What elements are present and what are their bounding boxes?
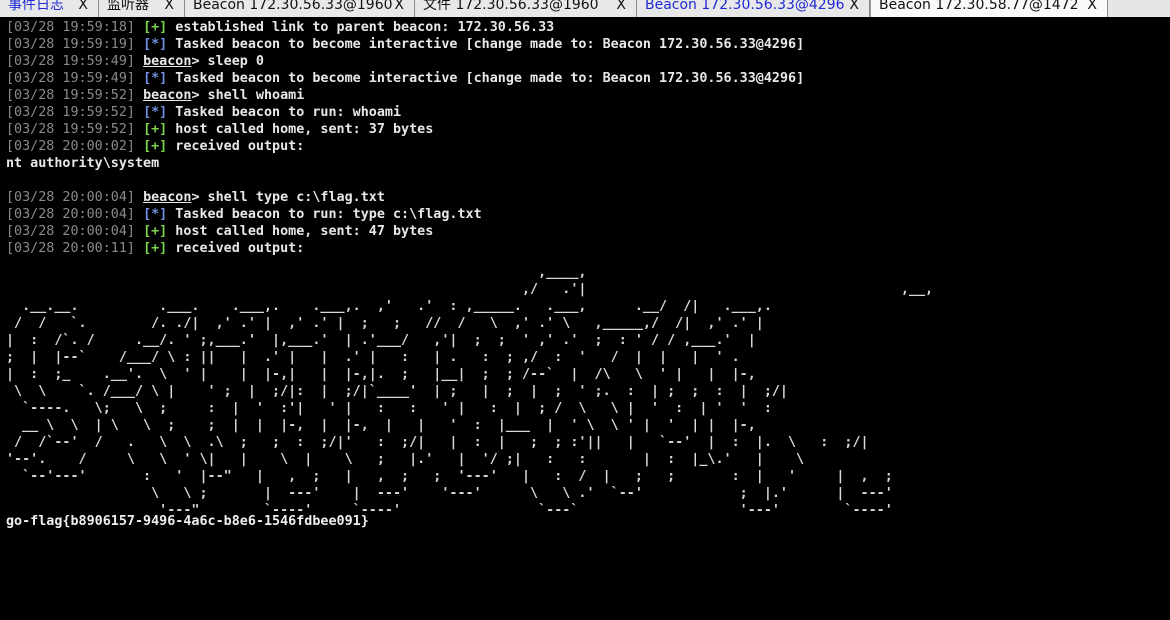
log-marker: [+] bbox=[143, 20, 168, 35]
log-timestamp: [03/28 20:00:04] bbox=[6, 224, 144, 239]
log-text: > shell whoami bbox=[191, 88, 305, 103]
log-marker: [+] bbox=[143, 241, 168, 256]
flag-output: go-flag{b8906157-9496-4a6c-b8e6-1546fdbe… bbox=[6, 514, 369, 529]
log-line: [03/28 19:59:18] [+] established link to… bbox=[6, 19, 804, 36]
log-line: [03/28 20:00:04] [*] Tasked beacon to ru… bbox=[6, 206, 804, 223]
tab-files-1960[interactable]: 文件 172.30.56.33@1960 X bbox=[415, 0, 637, 17]
log-timestamp: [03/28 20:00:02] bbox=[6, 139, 144, 154]
close-icon[interactable]: X bbox=[849, 0, 859, 14]
log-text: Tasked beacon to become interactive [cha… bbox=[167, 71, 805, 86]
log-marker: [+] bbox=[143, 122, 168, 137]
close-icon[interactable]: X bbox=[78, 0, 88, 14]
beacon-prompt: beacon bbox=[143, 54, 192, 69]
log-line: [03/28 19:59:52] [*] Tasked beacon to ru… bbox=[6, 104, 804, 121]
tab-beacon-4296[interactable]: Beacon 172.30.56.33@4296 X bbox=[637, 0, 870, 17]
log-line: [03/28 20:00:11] [+] received output: bbox=[6, 240, 804, 257]
log-text: received output: bbox=[167, 241, 305, 256]
log-marker: [+] bbox=[143, 139, 168, 154]
log-line: [03/28 19:59:19] [*] Tasked beacon to be… bbox=[6, 36, 804, 53]
tab-label: 事件日志 bbox=[8, 0, 64, 13]
tab-label: Beacon 172.30.58.77@1472 bbox=[879, 0, 1079, 13]
log-line: [03/28 19:59:52] beacon> shell whoami bbox=[6, 87, 804, 104]
tab-label: 监听器 bbox=[107, 0, 149, 13]
close-icon[interactable]: X bbox=[1087, 0, 1097, 14]
log-timestamp: [03/28 19:59:49] bbox=[6, 54, 144, 69]
tab-label: 文件 172.30.56.33@1960 bbox=[423, 0, 599, 13]
log-timestamp: [03/28 20:00:11] bbox=[6, 241, 144, 256]
log-text: nt authority\system bbox=[6, 156, 160, 171]
tab-label: Beacon 172.30.56.33@1960 bbox=[193, 0, 393, 13]
tab-listeners[interactable]: 监听器 X bbox=[99, 0, 185, 17]
log-text: > sleep 0 bbox=[191, 54, 264, 69]
close-icon[interactable]: X bbox=[164, 0, 174, 14]
log-timestamp: [03/28 19:59:18] bbox=[6, 20, 144, 35]
log-text: Tasked beacon to become interactive [cha… bbox=[167, 37, 805, 52]
log-line: [03/28 19:59:49] [*] Tasked beacon to be… bbox=[6, 70, 804, 87]
log-line: [03/28 20:00:04] [+] host called home, s… bbox=[6, 223, 804, 240]
beacon-console-output[interactable]: [03/28 19:59:18] [+] established link to… bbox=[6, 19, 804, 257]
log-timestamp: [03/28 19:59:49] bbox=[6, 71, 144, 86]
log-text: Tasked beacon to run: type c:\flag.txt bbox=[167, 207, 482, 222]
close-icon[interactable]: X bbox=[616, 0, 626, 14]
log-timestamp: [03/28 19:59:19] bbox=[6, 37, 144, 52]
log-timestamp: [03/28 19:59:52] bbox=[6, 105, 144, 120]
tab-bar: 事件日志 X 监听器 X Beacon 172.30.56.33@1960 X … bbox=[0, 0, 1170, 17]
beacon-prompt: beacon bbox=[143, 88, 192, 103]
log-text: host called home, sent: 37 bytes bbox=[167, 122, 434, 137]
tab-label: Beacon 172.30.56.33@4296 bbox=[645, 0, 845, 13]
tab-beacon-1472[interactable]: Beacon 172.30.58.77@1472 X bbox=[870, 0, 1108, 17]
log-text: Tasked beacon to run: whoami bbox=[167, 105, 402, 120]
tab-event-log[interactable]: 事件日志 X bbox=[0, 0, 99, 17]
log-line: [03/28 20:00:04] beacon> shell type c:\f… bbox=[6, 189, 804, 206]
log-line: [03/28 20:00:02] [+] received output: bbox=[6, 138, 804, 155]
log-marker: [*] bbox=[143, 105, 168, 120]
log-line: nt authority\system bbox=[6, 155, 804, 172]
log-timestamp: [03/28 20:00:04] bbox=[6, 190, 144, 205]
log-timestamp: [03/28 20:00:04] bbox=[6, 207, 144, 222]
log-line: [03/28 19:59:49] beacon> sleep 0 bbox=[6, 53, 804, 70]
ascii-art-banner: ,____, ,/ .'| ,__, .__.__. .___. .___,. … bbox=[6, 265, 934, 518]
log-marker: [*] bbox=[143, 37, 168, 52]
tab-beacon-1960[interactable]: Beacon 172.30.56.33@1960 X bbox=[185, 0, 415, 17]
log-line: [03/28 19:59:52] [+] host called home, s… bbox=[6, 121, 804, 138]
log-marker: [*] bbox=[143, 71, 168, 86]
log-marker: [*] bbox=[143, 207, 168, 222]
log-text: received output: bbox=[167, 139, 305, 154]
log-timestamp: [03/28 19:59:52] bbox=[6, 88, 144, 103]
log-text: established link to parent beacon: 172.3… bbox=[167, 20, 555, 35]
log-text: host called home, sent: 47 bytes bbox=[167, 224, 434, 239]
beacon-prompt: beacon bbox=[143, 190, 192, 205]
log-timestamp: [03/28 19:59:52] bbox=[6, 122, 144, 137]
close-icon[interactable]: X bbox=[394, 0, 404, 14]
log-text: > shell type c:\flag.txt bbox=[191, 190, 385, 205]
log-marker: [+] bbox=[143, 224, 168, 239]
